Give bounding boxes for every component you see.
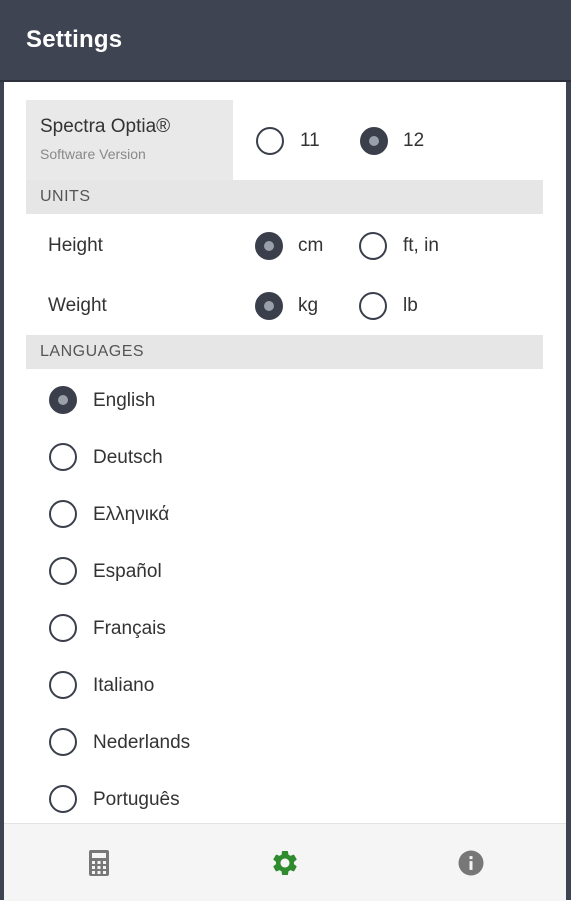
info-icon [458,850,484,876]
language-francais-label[interactable]: Français [93,618,166,640]
height-ftin-label[interactable]: ft, in [403,235,439,257]
device-name: Spectra Optia® [40,116,171,137]
weight-kg-label[interactable]: kg [298,295,318,317]
language-portugues-label[interactable]: Português [93,789,180,811]
language-deutsch-label[interactable]: Deutsch [93,447,163,469]
calculator-icon [89,850,109,876]
language-espanol-radio[interactable] [49,557,77,585]
language-italiano-radio[interactable] [49,671,77,699]
units-section-header: UNITS [26,180,543,214]
languages-header-label: LANGUAGES [40,343,145,360]
language-greek-label[interactable]: Ελληνικά [93,504,169,526]
app-bar: Settings [0,0,571,82]
language-nederlands-label[interactable]: Nederlands [93,732,190,754]
height-ftin-radio[interactable] [359,232,387,260]
weight-lb-radio[interactable] [359,292,387,320]
settings-tab[interactable] [270,848,300,878]
languages-section-header: LANGUAGES [26,335,543,369]
page-title: Settings [26,26,123,53]
language-greek-radio[interactable] [49,500,77,528]
language-deutsch-radio[interactable] [49,443,77,471]
version-11-label[interactable]: 11 [300,130,320,152]
info-tab[interactable] [456,848,486,878]
language-english-radio[interactable] [49,386,77,414]
height-cm-label[interactable]: cm [298,235,323,257]
calculator-tab[interactable] [84,848,114,878]
device-info-box: Spectra Optia® Software Version [26,100,233,180]
window-frame-left [0,0,4,900]
language-italiano-label[interactable]: Italiano [93,675,154,697]
weight-lb-label[interactable]: lb [403,295,418,317]
height-cm-radio[interactable] [255,232,283,260]
language-portugues-radio[interactable] [49,785,77,813]
software-version-label: Software Version [40,146,146,162]
weight-kg-radio[interactable] [255,292,283,320]
language-english-label[interactable]: English [93,390,155,412]
gear-icon [273,850,297,875]
software-version-row: Spectra Optia® Software Version 11 12 [26,100,543,180]
height-label: Height [48,235,103,256]
weight-label: Weight [48,295,107,316]
bottom-navigation [4,823,566,901]
language-francais-radio[interactable] [49,614,77,642]
version-12-radio[interactable] [360,127,388,155]
version-11-radio[interactable] [256,127,284,155]
units-header-label: UNITS [40,188,91,205]
version-12-label[interactable]: 12 [403,130,424,152]
language-nederlands-radio[interactable] [49,728,77,756]
window-frame-right [566,0,571,900]
language-espanol-label[interactable]: Español [93,561,162,583]
